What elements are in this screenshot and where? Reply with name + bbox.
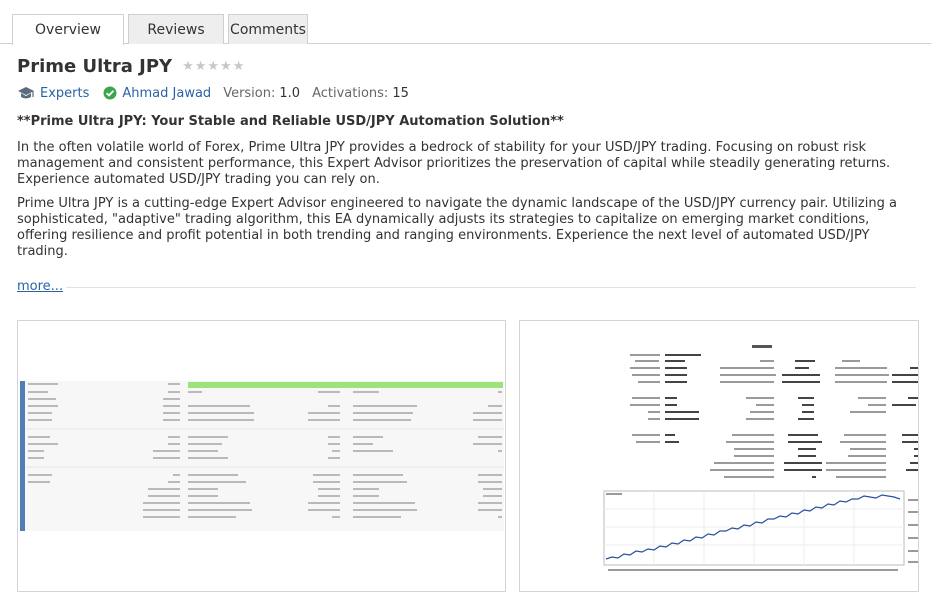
verified-check-icon <box>103 86 117 100</box>
tab-comments[interactable]: Comments <box>228 14 308 44</box>
star-icon: ★ <box>220 58 233 74</box>
author-link[interactable]: Ahmad Jawad <box>122 86 211 101</box>
screenshot-backtest-report[interactable] <box>17 320 506 592</box>
product-meta: Experts Ahmad Jawad Version: 1.0 Activat… <box>17 83 409 103</box>
star-icon: ★ <box>182 58 195 74</box>
product-header: Prime Ultra JPY ★★★★★ <box>17 54 245 78</box>
divider <box>66 287 916 288</box>
description-paragraph: In the often volatile world of Forex, Pr… <box>17 140 891 187</box>
star-icon: ★ <box>207 58 221 74</box>
category-link[interactable]: Experts <box>40 86 89 101</box>
description-paragraph: Prime Ultra JPY is a cutting-edge Expert… <box>17 196 897 259</box>
description-headline: **Prime Ultra JPY: Your Stable and Relia… <box>17 114 564 129</box>
star-icon: ★ <box>232 58 246 74</box>
tab-overview[interactable]: Overview <box>12 14 124 45</box>
activations-value: 15 <box>392 85 409 101</box>
activations-label: Activations: <box>312 85 389 101</box>
tab-bar: Overview Reviews Comments <box>0 0 931 45</box>
product-title: Prime Ultra JPY <box>17 55 173 77</box>
rating-stars[interactable]: ★★★★★ <box>182 59 245 74</box>
graduation-cap-icon <box>18 87 34 99</box>
screenshot-backtest-results[interactable] <box>519 320 919 592</box>
report-thumbnail <box>18 321 505 591</box>
version-value: 1.0 <box>279 85 301 101</box>
tab-reviews[interactable]: Reviews <box>128 14 224 44</box>
more-link[interactable]: more... <box>17 279 63 294</box>
results-thumbnail <box>520 321 918 591</box>
star-icon: ★ <box>194 58 208 74</box>
version-label: Version: <box>223 85 276 101</box>
